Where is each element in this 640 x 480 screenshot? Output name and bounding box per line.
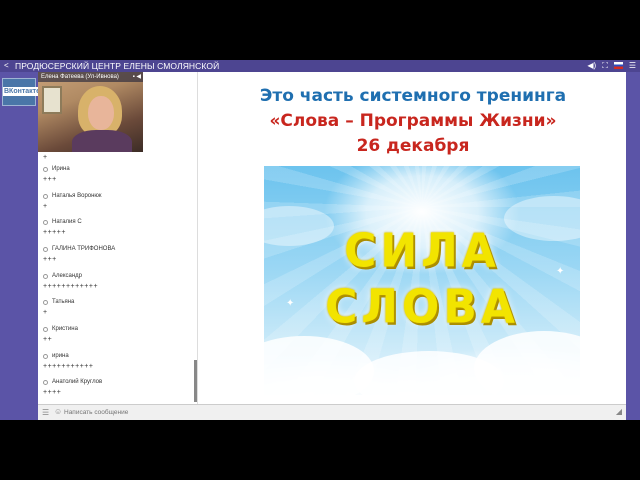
message-text: +++ (43, 256, 57, 263)
slide-heading: Это часть системного тренинга «Слова – П… (238, 84, 588, 158)
message-text: +++++ (43, 229, 66, 236)
message-text: + (43, 154, 48, 161)
message-text: ++ (43, 336, 53, 343)
webcam-person-face (88, 96, 114, 130)
message-author: Анатолий Круглов (52, 379, 103, 385)
message-text: ++++ (43, 389, 62, 396)
left-sidebar (0, 72, 38, 420)
list-item: + (43, 152, 193, 161)
list-item: Александр ++++++++++++ (43, 273, 193, 290)
message-author: Наталия С (52, 219, 82, 225)
message-author: ГАЛИНА ТРИФОНОВА (52, 246, 116, 252)
app-root: < ПРОДЮСЕРСКИЙ ЦЕНТР ЕЛЕНЫ СМОЛЯНСКОЙ ◀)… (0, 0, 640, 480)
menu-icon[interactable]: ☰ (629, 60, 636, 72)
list-item: Анатолий Круглов ++++ (43, 379, 193, 396)
message-author: Наталья Воронюк (52, 193, 102, 199)
webcam-label: Елена Фатеева (Ул-Ивнова) ▪ ◀ (38, 72, 143, 82)
slide-line-3: 26 декабря (356, 136, 470, 156)
message-author: Александр (52, 273, 83, 279)
user-icon (43, 193, 48, 199)
message-text: + (43, 203, 48, 210)
user-icon (43, 299, 48, 305)
user-icon (43, 353, 48, 359)
message-text: +++ (43, 176, 57, 183)
user-icon (43, 246, 48, 252)
chat-scrollbar[interactable] (194, 360, 197, 402)
right-sidebar (626, 72, 640, 420)
user-icon (43, 326, 48, 332)
message-text: +++++++++++ (43, 363, 94, 370)
banner-word-2: СЛОВА (325, 280, 519, 335)
list-item: Ирина +++ (43, 166, 193, 183)
list-item: Наталья Воронюк + (43, 193, 193, 210)
list-item: Татьяна + (43, 299, 193, 316)
list-item: ГАЛИНА ТРИФОНОВА +++ (43, 246, 193, 263)
message-composer: ☰ ☺ ◢ (38, 404, 626, 420)
top-bar: < ПРОДЮСЕРСКИЙ ЦЕНТР ЕЛЕНЫ СМОЛЯНСКОЙ ◀)… (0, 60, 640, 72)
webcam-window-bg (42, 86, 62, 114)
slide-line-2: «Слова – Программы Жизни» (269, 111, 557, 131)
list-item: Наталия С +++++ (43, 219, 193, 236)
vk-logo-button[interactable]: ВКонтакте (2, 78, 41, 106)
message-author: Татьяна (52, 299, 75, 305)
volume-icon[interactable]: ◀) (587, 60, 596, 72)
page-title: ПРОДЮСЕРСКИЙ ЦЕНТР ЕЛЕНЫ СМОЛЯНСКОЙ (15, 61, 220, 71)
webcam-controls-icon[interactable]: ▪ ◀ (133, 72, 141, 82)
slide-banner-image: ✦ ✦ СИЛА СЛОВА (264, 166, 580, 395)
list-item: ирина +++++++++++ (43, 353, 193, 370)
list-item: Кристина ++ (43, 326, 193, 343)
chat-panel: Елена Фатеева (Ул-Ивнова) ▪ ◀ + Ирина ++… (38, 72, 198, 404)
banner-word-1: СИЛА (344, 224, 500, 279)
fullscreen-icon[interactable]: ⛶ (602, 60, 608, 72)
chat-messages[interactable]: + Ирина +++ Наталья Воронюк + Наталия С … (38, 152, 198, 404)
message-input[interactable] (64, 407, 564, 418)
user-icon (43, 166, 48, 172)
message-author: ирина (52, 353, 69, 359)
window-controls: ◀) ⛶ ☰ (587, 60, 636, 72)
message-text: + (43, 309, 48, 316)
webcam-name: Елена Фатеева (Ул-Ивнова) (41, 74, 119, 80)
message-author: Кристина (52, 326, 78, 332)
menu-icon[interactable]: ☰ (42, 408, 49, 417)
webcam-video[interactable]: Елена Фатеева (Ул-Ивнова) ▪ ◀ (38, 72, 143, 152)
user-icon (43, 219, 48, 225)
vk-logo-label: ВКонтакте (3, 87, 41, 96)
user-icon (43, 379, 48, 385)
resize-handle-icon[interactable]: ◢ (616, 407, 622, 416)
message-text: ++++++++++++ (43, 283, 99, 290)
webcam-person-body (72, 130, 132, 152)
slide-line-1: Это часть системного тренинга (259, 86, 567, 106)
emoji-icon[interactable]: ☺ (54, 407, 62, 416)
message-author: Ирина (52, 166, 70, 172)
share-icon[interactable]: < (4, 60, 9, 72)
user-icon (43, 273, 48, 279)
language-flag-icon[interactable] (613, 62, 623, 69)
